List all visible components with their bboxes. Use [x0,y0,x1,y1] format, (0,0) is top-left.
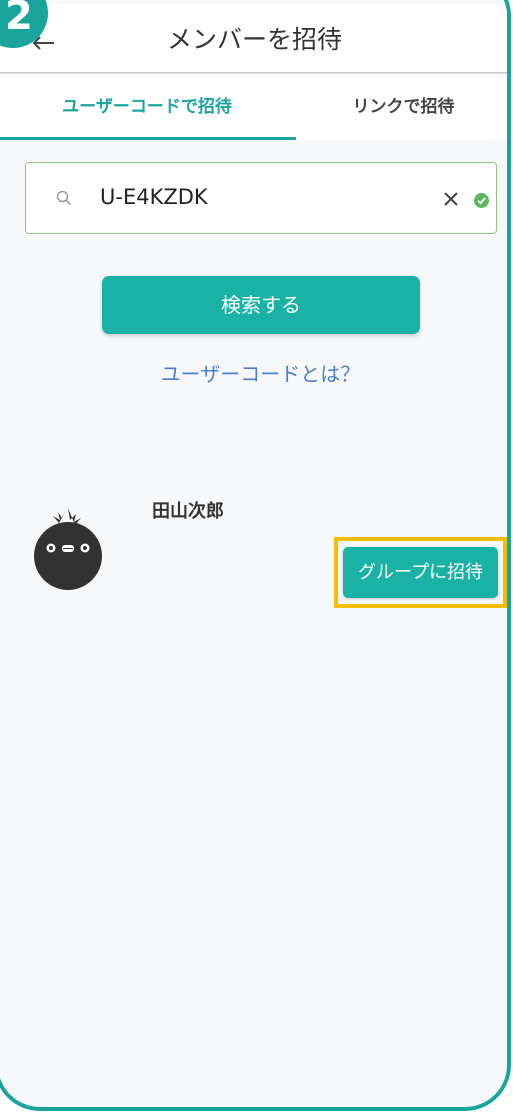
bird-avatar-icon [34,508,102,590]
user-code-help-link[interactable]: ユーザーコードとは？ [4,358,507,387]
phone-frame: メンバーを招待 ユーザーコードで招待 リンクで招待 U-E4KZDK 検索する … [0,0,511,1111]
user-name: 田山次郎 [152,501,224,522]
search-icon [56,190,72,206]
tab-user-code[interactable]: ユーザーコードで招待 [0,74,296,140]
search-button[interactable]: 検索する [102,276,420,334]
tab-link[interactable]: リンクで招待 [296,74,507,140]
search-input[interactable]: U-E4KZDK [100,185,208,209]
app-header: メンバーを招待 [0,4,507,73]
check-circle-icon [474,193,489,208]
page-title: メンバーを招待 [166,25,342,54]
tab-bar: ユーザーコードで招待 リンクで招待 [0,74,507,140]
user-code-search-field[interactable]: U-E4KZDK [25,162,497,234]
close-icon[interactable] [443,191,459,207]
invite-to-group-button[interactable]: グループに招待 [343,547,498,598]
